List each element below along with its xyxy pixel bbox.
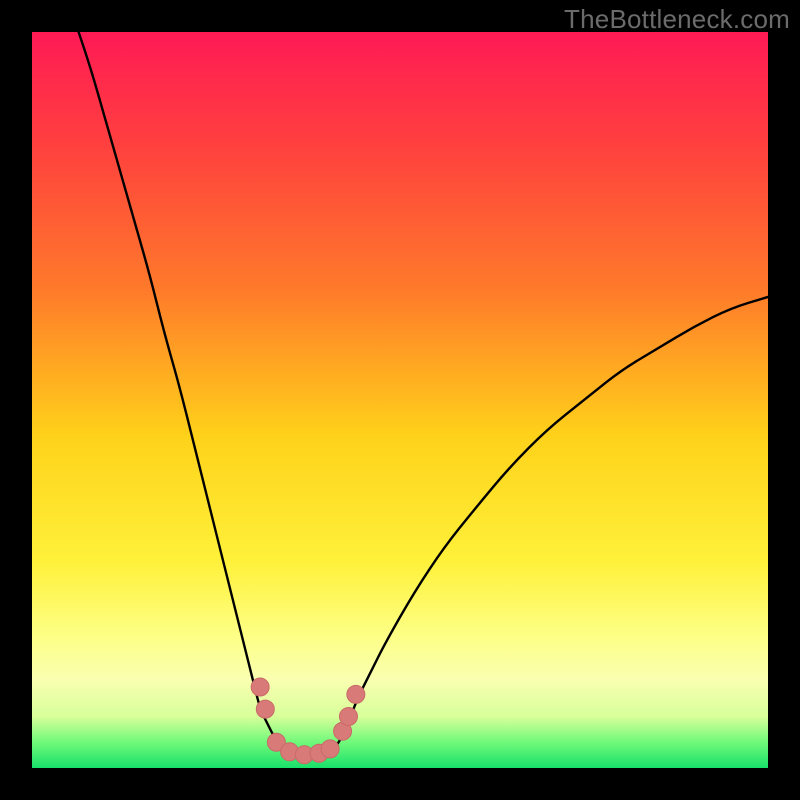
watermark-text: TheBottleneck.com	[564, 4, 790, 35]
highlight-marker	[347, 685, 365, 703]
highlight-marker	[339, 707, 357, 725]
chart-svg	[32, 32, 768, 768]
highlight-marker	[251, 678, 269, 696]
highlight-marker	[256, 700, 274, 718]
gradient-background	[32, 32, 768, 768]
highlight-marker	[321, 740, 339, 758]
plot-area	[32, 32, 768, 768]
outer-frame: TheBottleneck.com	[0, 0, 800, 800]
